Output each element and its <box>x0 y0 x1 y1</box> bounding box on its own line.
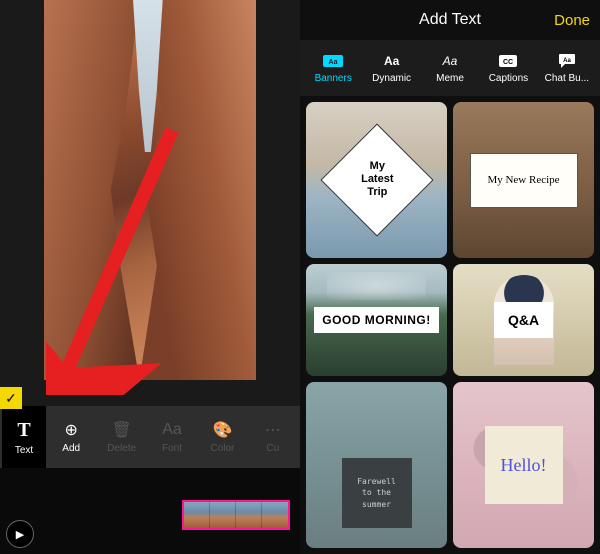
done-button[interactable]: Done <box>554 12 590 29</box>
tab-label: Dynamic <box>372 73 411 84</box>
font-icon: Aa <box>162 420 182 440</box>
text-icon: T <box>17 419 30 442</box>
play-icon: ▶ <box>16 528 24 541</box>
tab-label: Captions <box>489 73 528 84</box>
svg-text:Aa: Aa <box>563 58 571 64</box>
meme-icon: Aa <box>439 52 461 70</box>
template-text: GOOD MORNING! <box>314 307 439 333</box>
tab-label: Chat Bu... <box>545 73 589 84</box>
tool-add[interactable]: ⊕ Add <box>46 420 96 454</box>
plus-circle-icon: ⊕ <box>65 420 78 440</box>
panel-header: Add Text Done <box>300 0 600 40</box>
template-text: Hello! <box>485 426 563 504</box>
tab-dynamic[interactable]: Aa Dynamic <box>362 52 420 84</box>
template-recipe[interactable]: My New Recipe <box>453 102 594 258</box>
tab-label: Banners <box>315 73 352 84</box>
clip-frame <box>184 502 210 528</box>
tab-label: Meme <box>436 73 464 84</box>
template-text: My New Recipe <box>470 153 578 208</box>
tool-label: Delete <box>107 443 136 454</box>
page-title: Add Text <box>419 11 481 29</box>
template-text: Q&A <box>494 302 553 338</box>
selected-clip[interactable] <box>182 500 290 530</box>
template-hello[interactable]: Hello! <box>453 382 594 548</box>
tool-label: Add <box>62 443 80 454</box>
tab-meme[interactable]: Aa Meme <box>421 52 479 84</box>
template-qa[interactable]: Q&A <box>453 264 594 376</box>
tool-more[interactable]: ⋯ Cu <box>248 420 298 454</box>
video-frame <box>44 0 256 380</box>
template-morning[interactable]: GOOD MORNING! <box>306 264 447 376</box>
video-preview[interactable] <box>0 0 300 406</box>
tool-delete[interactable]: 🗑 Delete <box>96 420 146 454</box>
text-toolbar: T Text ⊕ Add 🗑 Delete Aa Font 🎨 Color ⋯ … <box>0 406 300 468</box>
trash-icon: 🗑 <box>111 420 131 440</box>
tool-text[interactable]: T Text <box>2 406 46 468</box>
tool-label: Text <box>15 445 33 456</box>
template-text: My Latest Trip <box>360 160 392 200</box>
tool-label: Color <box>210 443 234 454</box>
svg-text:Aa: Aa <box>329 59 338 66</box>
clip-frame <box>210 502 236 528</box>
more-icon: ⋯ <box>265 420 281 440</box>
text-category-tabs: Aa Banners Aa Dynamic Aa Meme CC Caption… <box>300 40 600 96</box>
template-farewell[interactable]: Farewell to the summer <box>306 382 447 548</box>
tab-banners[interactable]: Aa Banners <box>304 52 362 84</box>
dynamic-icon: Aa <box>381 52 403 70</box>
template-grid: My Latest Trip My New Recipe GOOD MORNIN… <box>300 96 600 554</box>
tab-captions[interactable]: CC Captions <box>479 52 537 84</box>
svg-text:CC: CC <box>503 59 513 66</box>
tool-label: Cu <box>266 443 279 454</box>
check-icon: ✓ <box>5 390 17 407</box>
palette-icon: 🎨 <box>212 420 232 440</box>
confirm-check[interactable]: ✓ <box>0 387 22 409</box>
tool-font[interactable]: Aa Font <box>147 420 197 454</box>
tab-chat-bubble[interactable]: Aa Chat Bu... <box>538 52 596 84</box>
tool-label: Font <box>162 443 182 454</box>
banner-icon: Aa <box>322 52 344 70</box>
tool-color[interactable]: 🎨 Color <box>197 420 247 454</box>
clip-frame <box>262 502 288 528</box>
chat-bubble-icon: Aa <box>556 52 578 70</box>
captions-icon: CC <box>497 52 519 70</box>
add-text-panel: Add Text Done Aa Banners Aa Dynamic Aa M… <box>300 0 600 554</box>
clip-frame <box>236 502 262 528</box>
editor-panel: ✓ T Text ⊕ Add 🗑 Delete Aa Font 🎨 Color … <box>0 0 300 554</box>
timeline[interactable]: ▶ <box>0 468 300 554</box>
play-button[interactable]: ▶ <box>6 520 34 548</box>
template-text: Farewell to the summer <box>342 458 412 528</box>
template-trip[interactable]: My Latest Trip <box>306 102 447 258</box>
